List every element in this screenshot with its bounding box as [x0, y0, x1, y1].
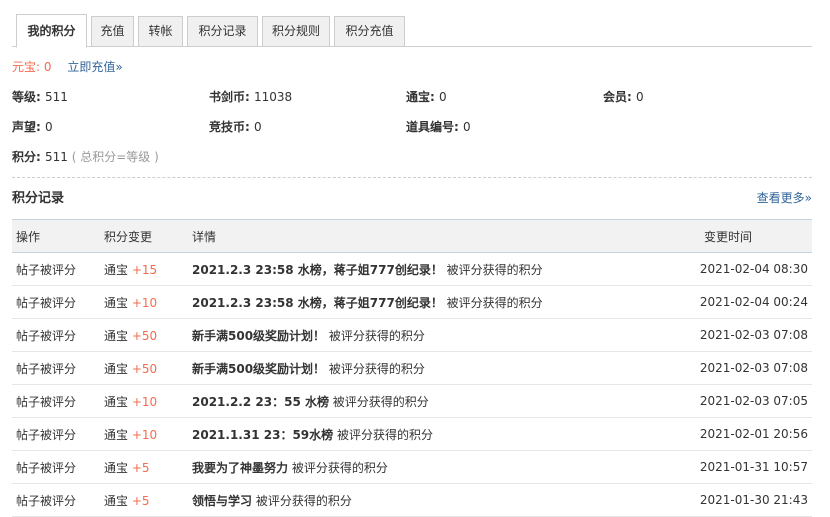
table-row: 帖子被评分 通宝 +10 2021.1.31 23：59水榜 被评分获得的积分 …: [12, 417, 812, 451]
header-time: 变更时间: [692, 219, 812, 253]
row-time: 2021-02-03 07:08: [692, 351, 812, 385]
row-change: 通宝 +5: [100, 483, 188, 517]
row-operation: 帖子被评分: [12, 483, 100, 517]
row-detail: 领悟与学习 被评分获得的积分: [188, 483, 692, 517]
header-change: 积分变更: [100, 219, 188, 253]
row-time: 2021-02-01 20:56: [692, 417, 812, 451]
stat-tongbao: 通宝: 0: [406, 90, 447, 104]
post-link[interactable]: 新手满500级奖励计划！: [192, 329, 325, 343]
points-records-table: 操作 积分变更 详情 变更时间 帖子被评分 通宝 +15 2021.2.3 23…: [12, 219, 812, 517]
row-change: 通宝 +15: [100, 252, 188, 286]
view-more-link[interactable]: 查看更多»: [757, 190, 812, 206]
recharge-now-link[interactable]: 立即充值»: [67, 60, 122, 74]
post-link[interactable]: 2021.2.3 23:58 水榜，蒋子姐777创纪录！: [192, 263, 443, 277]
post-link[interactable]: 领悟与学习: [192, 494, 252, 508]
post-link[interactable]: 2021.1.31 23：59水榜: [192, 428, 333, 442]
row-operation: 帖子被评分: [12, 450, 100, 484]
table-row: 帖子被评分 通宝 +10 2021.2.3 23:58 水榜，蒋子姐777创纪录…: [12, 285, 812, 319]
header-operation: 操作: [12, 219, 100, 253]
header-detail: 详情: [188, 219, 692, 253]
stat-prestige: 声望: 0: [12, 120, 53, 134]
tab-my-points[interactable]: 我的积分: [16, 14, 87, 48]
row-time: 2021-02-04 08:30: [692, 252, 812, 286]
row-operation: 帖子被评分: [12, 351, 100, 385]
tab-points-rules[interactable]: 积分规则: [262, 16, 330, 47]
table-row: 帖子被评分 通宝 +50 新手满500级奖励计划！ 被评分获得的积分 2021-…: [12, 351, 812, 385]
stat-item-number: 道具编号: 0: [406, 120, 471, 134]
row-operation: 帖子被评分: [12, 384, 100, 418]
stat-score: 积分: 511 ( 总积分=等级 ): [12, 150, 159, 164]
table-row: 帖子被评分 通宝 +10 2021.2.2 23：55 水榜 被评分获得的积分 …: [12, 384, 812, 418]
row-operation: 帖子被评分: [12, 318, 100, 352]
row-change: 通宝 +50: [100, 351, 188, 385]
stat-level: 等级: 511: [12, 90, 68, 104]
row-change: 通宝 +10: [100, 417, 188, 451]
row-time: 2021-02-03 07:08: [692, 318, 812, 352]
yuanbao-value: 0: [43, 60, 52, 74]
row-operation: 帖子被评分: [12, 252, 100, 286]
table-row: 帖子被评分 通宝 +5 我要为了神墨努力 被评分获得的积分 2021-01-31…: [12, 450, 812, 484]
yuanbao-line: 元宝: 0 立即充值»: [12, 60, 123, 74]
post-link[interactable]: 新手满500级奖励计划！: [192, 362, 325, 376]
section-divider: [12, 177, 812, 178]
row-operation: 帖子被评分: [12, 417, 100, 451]
table-row: 帖子被评分 通宝 +50 新手满500级奖励计划！ 被评分获得的积分 2021-…: [12, 318, 812, 352]
row-detail: 2021.2.3 23:58 水榜，蒋子姐777创纪录！ 被评分获得的积分: [188, 252, 692, 286]
stat-arena-coin: 竞技币: 0: [209, 120, 262, 134]
row-detail: 新手满500级奖励计划！ 被评分获得的积分: [188, 318, 692, 352]
row-operation: 帖子被评分: [12, 285, 100, 319]
tab-points-log[interactable]: 积分记录: [187, 16, 258, 47]
row-detail: 新手满500级奖励计划！ 被评分获得的积分: [188, 351, 692, 385]
row-time: 2021-02-04 00:24: [692, 285, 812, 319]
row-change: 通宝 +5: [100, 450, 188, 484]
row-time: 2021-01-31 10:57: [692, 450, 812, 484]
row-time: 2021-01-30 21:43: [692, 483, 812, 517]
post-link[interactable]: 我要为了神墨努力: [192, 461, 288, 475]
tab-recharge[interactable]: 充值: [91, 16, 134, 47]
table-row: 帖子被评分 通宝 +15 2021.2.3 23:58 水榜，蒋子姐777创纪录…: [12, 252, 812, 286]
table-header-row: 操作 积分变更 详情 变更时间: [12, 219, 812, 253]
row-detail: 2021.2.2 23：55 水榜 被评分获得的积分: [188, 384, 692, 418]
row-change: 通宝 +10: [100, 384, 188, 418]
post-link[interactable]: 2021.2.3 23:58 水榜，蒋子姐777创纪录！: [192, 296, 443, 310]
tab-bar: 我的积分 充值 转帐 积分记录 积分规则 积分充值: [12, 14, 812, 48]
post-link[interactable]: 2021.2.2 23：55 水榜: [192, 395, 329, 409]
stat-shujianbi: 书剑币: 11038: [209, 90, 293, 104]
row-detail: 2021.2.3 23:58 水榜，蒋子姐777创纪录！ 被评分获得的积分: [188, 285, 692, 319]
records-title: 积分记录: [12, 191, 65, 206]
row-time: 2021-02-03 07:05: [692, 384, 812, 418]
row-detail: 我要为了神墨努力 被评分获得的积分: [188, 450, 692, 484]
tab-transfer[interactable]: 转帐: [138, 16, 183, 47]
score-note: ( 总积分=等级 ): [67, 150, 159, 164]
row-detail: 2021.1.31 23：59水榜 被评分获得的积分: [188, 417, 692, 451]
table-row: 帖子被评分 通宝 +5 领悟与学习 被评分获得的积分 2021-01-30 21…: [12, 483, 812, 517]
stat-member: 会员: 0: [603, 90, 644, 104]
row-change: 通宝 +50: [100, 318, 188, 352]
tab-points-recharge[interactable]: 积分充值: [334, 16, 405, 47]
row-change: 通宝 +10: [100, 285, 188, 319]
yuanbao-label: 元宝:: [12, 60, 44, 74]
